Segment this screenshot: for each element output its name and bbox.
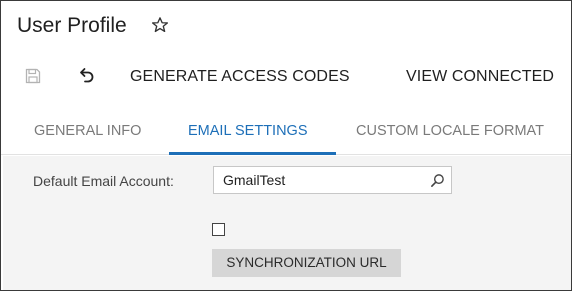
undo-icon[interactable] [76,66,96,86]
save-icon[interactable] [25,68,41,84]
generate-access-codes-button[interactable]: GENERATE ACCESS CODES [130,68,350,86]
default-email-account-value: GmailTest [223,172,286,188]
email-settings-checkbox[interactable] [212,223,225,236]
star-icon[interactable] [151,16,169,34]
tab-email-settings[interactable]: EMAIL SETTINGS [188,113,308,155]
active-tab-indicator [169,152,336,155]
default-email-account-label: Default Email Account: [33,173,174,189]
tab-general-info[interactable]: GENERAL INFO [34,113,141,155]
page-title: User Profile [17,14,127,37]
tab-bar: GENERAL INFO EMAIL SETTINGS CUSTOM LOCAL… [1,113,571,155]
default-email-account-field[interactable]: GmailTest [213,166,452,194]
search-icon[interactable] [430,173,445,188]
user-profile-window: User Profile GENERATE ACCESS CODES VIEW … [0,0,572,291]
toolbar: GENERATE ACCESS CODES VIEW CONNECTED [1,57,571,97]
tab-custom-locale-format[interactable]: CUSTOM LOCALE FORMAT [356,113,544,155]
synchronization-url-button[interactable]: SYNCHRONIZATION URL [212,249,401,277]
email-settings-panel: Default Email Account: GmailTest SYNCHRO… [3,156,571,290]
title-bar: User Profile [1,1,571,53]
view-connected-button[interactable]: VIEW CONNECTED [406,68,554,86]
